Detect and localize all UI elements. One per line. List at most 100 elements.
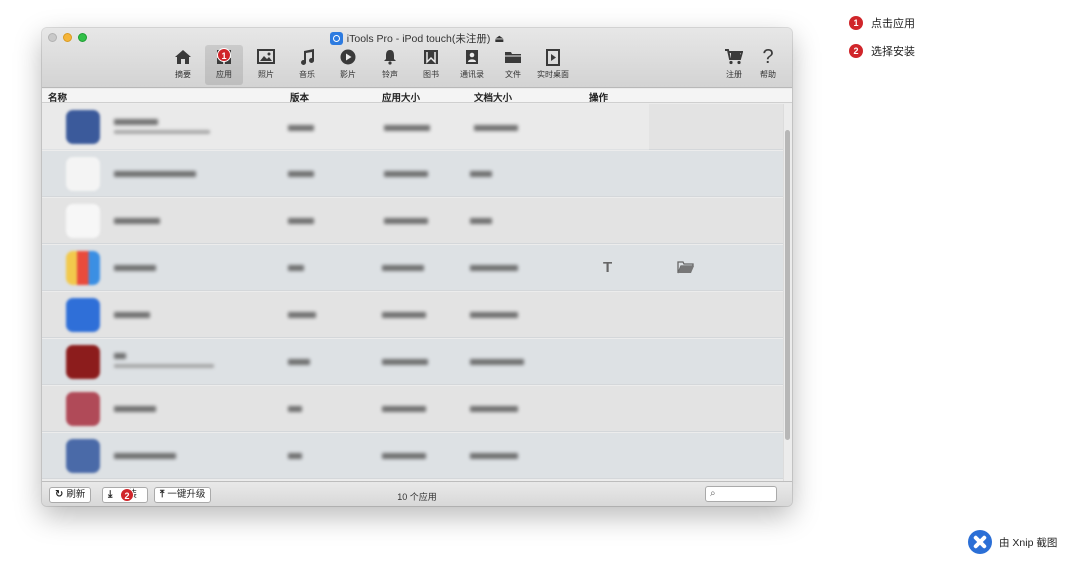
app-bundle	[114, 130, 210, 134]
app-size	[382, 265, 424, 271]
col-app-size[interactable]: 应用大小	[382, 90, 420, 104]
col-name[interactable]: 名称	[48, 90, 67, 104]
legend-step-1: 1 点击应用	[849, 15, 915, 31]
open-folder-icon[interactable]	[677, 260, 695, 279]
col-doc-size[interactable]: 文档大小	[474, 90, 512, 104]
app-name	[114, 171, 196, 177]
app-version	[288, 312, 316, 318]
doc-size	[470, 265, 518, 271]
app-name	[114, 353, 126, 359]
window-title: iTools Pro - iPod touch(未注册) ⏏	[42, 31, 792, 46]
toolbar-files[interactable]: 文件	[494, 45, 532, 85]
app-icon	[66, 110, 100, 144]
table-row[interactable]	[42, 198, 783, 244]
contacts-icon	[453, 45, 491, 69]
app-size	[382, 453, 426, 459]
app-size	[384, 171, 428, 177]
doc-size	[470, 406, 518, 412]
doc-size	[470, 359, 524, 365]
screen-icon	[533, 45, 573, 69]
doc-size	[474, 125, 518, 131]
table-row[interactable]	[42, 292, 783, 338]
app-name	[114, 312, 150, 318]
app-name	[114, 119, 158, 125]
play-icon	[329, 45, 367, 69]
app-name	[114, 218, 160, 224]
col-version[interactable]: 版本	[290, 90, 309, 104]
photo-icon	[247, 45, 285, 69]
help-icon: ?	[762, 46, 774, 68]
legend-step-2: 2 选择安装	[849, 43, 915, 59]
toolbar-contacts-label: 通讯录	[460, 70, 484, 79]
table-row[interactable]	[42, 386, 783, 432]
home-icon	[164, 45, 202, 69]
app-icon	[66, 157, 100, 191]
column-header: 名称 版本 应用大小 文档大小 操作	[42, 89, 792, 104]
text-edit-icon[interactable]: T	[603, 259, 612, 276]
toolbar-live-desktop[interactable]: 实时桌面	[533, 45, 573, 85]
app-version	[288, 171, 314, 177]
doc-size	[470, 453, 518, 459]
app-name	[114, 453, 176, 459]
toolbar-books[interactable]: 图书	[412, 45, 450, 85]
toolbar-apps[interactable]: 应用 1	[205, 45, 243, 85]
legend-step-2-text: 选择安装	[871, 46, 915, 58]
app-icon	[66, 392, 100, 426]
toolbar-music-label: 音乐	[299, 70, 315, 79]
music-icon	[288, 45, 326, 69]
toolbar-files-label: 文件	[505, 70, 521, 79]
book-icon	[412, 45, 450, 69]
app-size	[384, 125, 430, 131]
bottom-bar: ↻ 刷新 ⤓ 装 2 ⤒ 一键升级 10 个应用 ⌕	[42, 481, 792, 506]
table-row[interactable]	[42, 104, 783, 150]
window-title-text: iTools Pro - iPod touch(未注册)	[346, 33, 491, 45]
app-size	[382, 406, 426, 412]
app-size	[382, 312, 426, 318]
app-version	[288, 125, 314, 131]
toolbar-summary-label: 摘要	[175, 70, 191, 79]
toolbar-help-label: 帮助	[760, 70, 776, 79]
toolbar-ringtones[interactable]: 铃声	[371, 45, 409, 85]
app-icon	[66, 345, 100, 379]
app-count: 10 个应用	[397, 492, 437, 502]
xnip-watermark-text: 由 Xnip 截图	[999, 536, 1058, 549]
app-version	[288, 453, 302, 459]
toolbar-live-desktop-label: 实时桌面	[537, 70, 569, 79]
app-version	[288, 406, 302, 412]
step-1-badge: 1	[217, 48, 231, 62]
scrollbar-thumb[interactable]	[785, 130, 790, 440]
toolbar-register-label: 注册	[726, 70, 742, 79]
bell-icon	[371, 45, 409, 69]
app-icon	[66, 204, 100, 238]
cart-icon	[715, 45, 753, 69]
app-size	[382, 359, 428, 365]
app-version	[288, 218, 314, 224]
toolbar-register[interactable]: 注册	[715, 45, 753, 85]
xnip-logo-icon	[968, 530, 992, 554]
toolbar-contacts[interactable]: 通讯录	[453, 45, 491, 85]
app-icon	[66, 439, 100, 473]
doc-size	[470, 171, 492, 177]
doc-size	[470, 312, 518, 318]
toolbar-photos-label: 照片	[258, 70, 274, 79]
table-row[interactable]	[42, 151, 783, 197]
search-icon: ⌕	[710, 488, 716, 499]
table-row[interactable]	[42, 339, 783, 385]
legend-step-1-text: 点击应用	[871, 18, 915, 30]
itools-logo-icon	[329, 32, 343, 45]
app-size	[384, 218, 428, 224]
toolbar-photos[interactable]: 照片	[247, 45, 285, 85]
toolbar-apps-label: 应用	[216, 70, 232, 79]
toolbar-help[interactable]: ? 帮助	[749, 45, 787, 85]
toolbar-movies[interactable]: 影片	[329, 45, 367, 85]
table-row[interactable]	[42, 433, 783, 479]
legend-step-2-number: 2	[849, 44, 863, 58]
search-input[interactable]: ⌕	[705, 486, 777, 502]
app-list: T	[42, 104, 792, 481]
app-version	[288, 265, 304, 271]
toolbar-music[interactable]: 音乐	[288, 45, 326, 85]
eject-icon[interactable]: ⏏	[494, 33, 504, 45]
app-version	[288, 359, 310, 365]
toolbar-summary[interactable]: 摘要	[164, 45, 202, 85]
table-row[interactable]: T	[42, 245, 783, 291]
